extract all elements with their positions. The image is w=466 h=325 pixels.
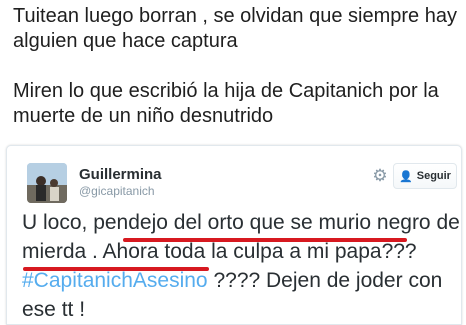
tweet-text-part2: . Ahora toda la culpa a mi papa??? [86,240,417,263]
hashtag-link[interactable]: #CapitanichAsesino [22,269,208,292]
caption-line-2: Miren lo que escribió la hija de Capitan… [13,80,439,127]
avatar[interactable] [27,163,67,203]
red-underline-2 [23,267,209,271]
caption-line-1: Tuitean luego borran , se olvidan que si… [13,5,457,52]
tweet-text: U loco, pendejo del orto que se murio ne… [22,208,460,324]
user-handle[interactable]: @gicapitanich [79,184,155,198]
tweet-text-part1: U loco, [22,211,94,234]
gear-icon[interactable]: ⚙ [371,167,389,185]
caption-text-1: Tuitean luego borran , se olvidan que si… [13,4,463,54]
tweet-card: Guillermina @gicapitanich ⚙ 👤 Seguir U l… [6,145,462,325]
add-user-icon: 👤 [399,170,413,183]
tweet-text-underlined-1: pendejo del orto que se murio [93,211,372,234]
follow-label: Seguir [416,170,451,182]
user-name[interactable]: Guillermina [79,166,162,183]
caption-text-2: Miren lo que escribió la hija de Capitan… [13,79,463,129]
avatar-photo-icon [27,163,67,203]
red-underline-1 [123,238,407,242]
follow-button[interactable]: 👤 Seguir [393,163,457,189]
